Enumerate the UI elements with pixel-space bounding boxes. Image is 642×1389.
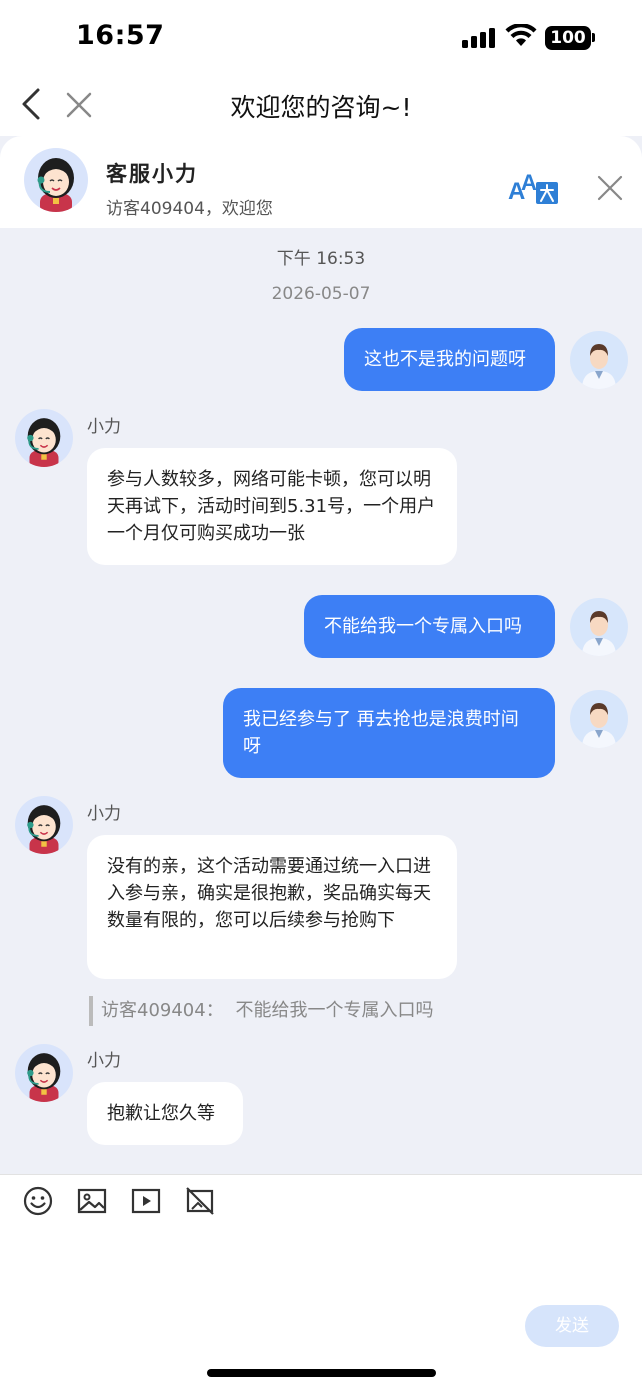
user-message-bubble: 我已经参与了 再去抢也是浪费时间呀	[223, 688, 555, 778]
wifi-icon	[505, 24, 537, 46]
nav-bar: 欢迎您的咨询~!	[0, 76, 642, 136]
send-button[interactable]: 发送	[525, 1305, 619, 1347]
page-title: 欢迎您的咨询~!	[230, 93, 412, 122]
message-input[interactable]	[22, 1229, 620, 1309]
home-indicator	[207, 1369, 436, 1377]
emoji-icon[interactable]	[22, 1185, 54, 1217]
agent-avatar	[24, 148, 88, 212]
sender-name: 小力	[87, 1051, 121, 1071]
user-message-bubble: 不能给我一个专属入口吗	[304, 595, 555, 658]
svg-text:A: A	[521, 170, 537, 195]
message-time: 下午 16:53	[276, 249, 366, 269]
close-icon[interactable]	[596, 174, 624, 202]
sender-name: 小力	[87, 804, 121, 824]
signal-icon	[462, 28, 496, 48]
user-avatar	[570, 331, 628, 389]
chat-area[interactable]: 客服小力 访客409404，欢迎您 A A 下午 16:53 2026-05-0…	[0, 136, 642, 1174]
quote-text: 不能给我一个专属入口吗	[235, 1000, 434, 1021]
user-message-bubble: 这也不是我的问题呀	[344, 328, 555, 391]
message-date: 2026-05-07	[271, 284, 371, 304]
agent-avatar	[15, 1044, 73, 1102]
input-area: 发送	[0, 1174, 642, 1389]
agent-avatar	[15, 796, 73, 854]
quote-sender: 访客409404：	[101, 1000, 224, 1021]
agent-name: 客服小力	[106, 162, 198, 186]
agent-message-bubble: 抱歉让您久等	[87, 1082, 243, 1145]
agent-avatar	[15, 409, 73, 467]
agent-message-bubble: 没有的亲，这个活动需要通过统一入口进入参与亲，确实是很抱歉，奖品确实每天数量有限…	[87, 835, 457, 979]
quoted-message: 访客409404： 不能给我一个专属入口吗	[89, 996, 489, 1026]
sender-name: 小力	[87, 417, 121, 437]
battery-cap	[592, 33, 595, 42]
agent-message-bubble: 参与人数较多，网络可能卡顿，您可以明天再试下，活动时间到5.31号，一个用户一个…	[87, 448, 457, 565]
status-bar: 16:57 100	[0, 0, 642, 76]
image-icon[interactable]	[76, 1185, 108, 1217]
no-image-icon[interactable]	[184, 1185, 216, 1217]
agent-subtitle: 访客409404，欢迎您	[106, 199, 273, 219]
status-time: 16:57	[76, 20, 165, 51]
agent-header: 客服小力 访客409404，欢迎您 A A	[0, 136, 642, 228]
translate-icon[interactable]: A A	[506, 168, 560, 206]
user-avatar	[570, 598, 628, 656]
battery-icon: 100	[545, 26, 591, 50]
video-icon[interactable]	[130, 1185, 162, 1217]
user-avatar	[570, 690, 628, 748]
